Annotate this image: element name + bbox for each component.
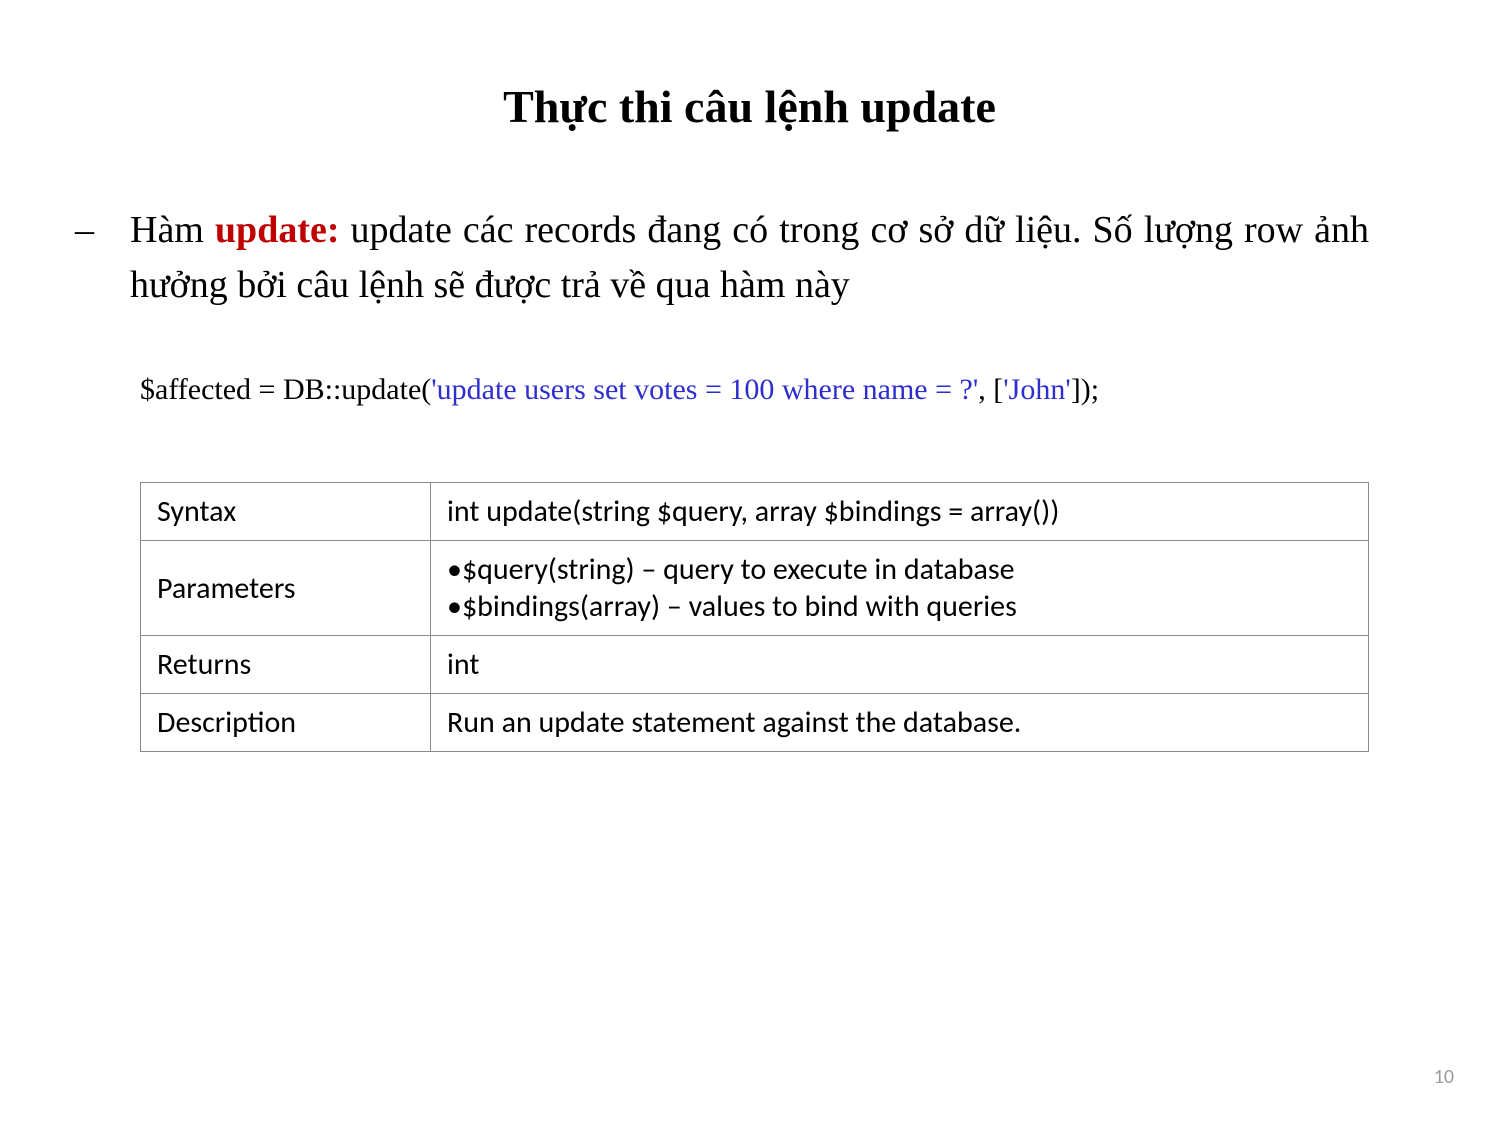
param-line-2: •$bindings(array) – values to bind with …: [447, 588, 1352, 625]
update-keyword: update:: [215, 209, 340, 251]
bullet-dash: –: [75, 203, 94, 258]
code-part5: ]);: [1071, 373, 1099, 406]
slide-title: Thực thi câu lệnh update: [0, 80, 1499, 133]
table-row: Returns int: [141, 636, 1369, 694]
table-row: Description Run an update statement agai…: [141, 694, 1369, 752]
cell-value-parameters: •$query(string) – query to execute in da…: [431, 541, 1369, 636]
reference-table: Syntax int update(string $query, array $…: [140, 482, 1369, 752]
code-part1: $affected = DB::update(: [140, 373, 431, 406]
param-line-1: •$query(string) – query to execute in da…: [447, 551, 1352, 588]
table-row: Syntax int update(string $query, array $…: [141, 483, 1369, 541]
cell-value-syntax: int update(string $query, array $binding…: [431, 483, 1369, 541]
cell-value-description: Run an update statement against the data…: [431, 694, 1369, 752]
body-prefix: Hàm: [130, 209, 215, 251]
code-binding-string: 'John': [1003, 373, 1071, 406]
table-row: Parameters •$query(string) – query to ex…: [141, 541, 1369, 636]
page-number: 10: [1434, 1065, 1454, 1089]
code-sql-string: 'update users set votes = 100 where name…: [431, 373, 978, 406]
cell-label-syntax: Syntax: [141, 483, 431, 541]
cell-label-returns: Returns: [141, 636, 431, 694]
cell-value-returns: int: [431, 636, 1369, 694]
code-part3: , [: [978, 373, 1003, 406]
cell-label-description: Description: [141, 694, 431, 752]
body-paragraph: – Hàm update: update các records đang có…: [130, 203, 1369, 313]
cell-label-parameters: Parameters: [141, 541, 431, 636]
slide: Thực thi câu lệnh update – Hàm update: u…: [0, 0, 1499, 1124]
code-example: $affected = DB::update('update users set…: [140, 373, 1369, 407]
